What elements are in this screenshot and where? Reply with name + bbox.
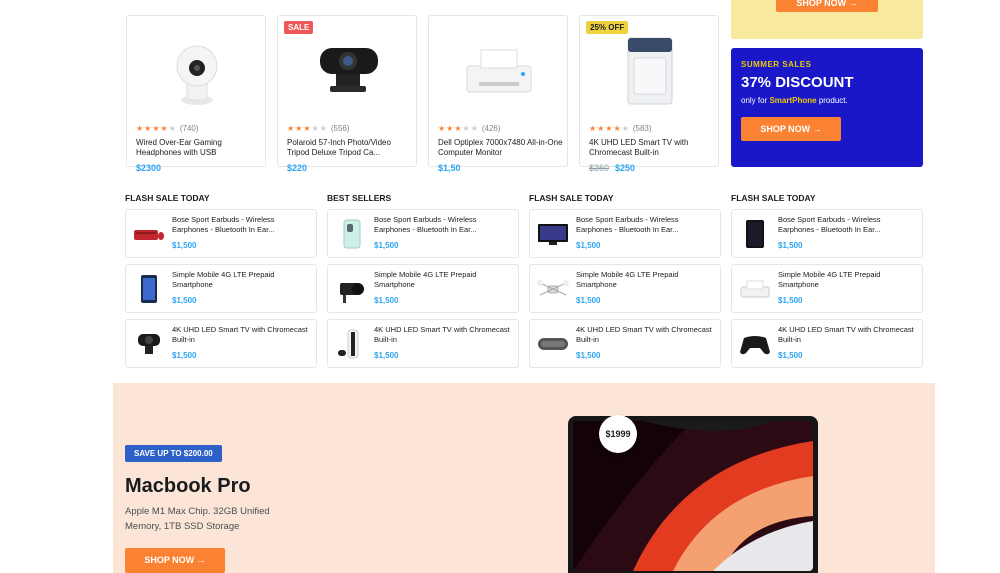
item-name: 4K UHD LED Smart TV with Chromecast Buil… [576, 325, 712, 344]
phone-case-icon [343, 219, 361, 249]
product-list-flash-sale: FLASH SALE TODAY Bose Sport Earbuds - Wi… [731, 193, 923, 374]
product-title[interactable]: Dell Optiplex 7000x7480 All-in-One Compu… [438, 138, 563, 158]
promo-headline: 37% DISCOUNT [741, 74, 854, 91]
item-price: $1,500 [374, 296, 399, 305]
product-title[interactable]: Polaroid 57-Inch Photo/Video Tripod Delu… [287, 138, 412, 158]
list-item[interactable]: Bose Sport Earbuds - Wireless Earphones … [731, 209, 923, 258]
drone-icon [537, 280, 569, 296]
item-price: $1,500 [576, 351, 601, 360]
webcam-icon [138, 334, 160, 354]
item-name: Bose Sport Earbuds - Wireless Earphones … [172, 215, 275, 234]
item-name: Bose Sport Earbuds - Wireless Earphones … [374, 215, 477, 234]
save-badge: SAVE UP TO $200.00 [125, 445, 222, 462]
item-name: Simple Mobile 4G LTE Prepaid Smartphone [576, 270, 679, 289]
product-card[interactable]: SALE ★★★★★ (556) Polaroid 57-Inch Photo/V… [277, 15, 417, 173]
list-item[interactable]: 4K UHD LED Smart TV with Chromecast Buil… [327, 319, 519, 368]
rating-stars: ★★★★★ [589, 124, 630, 133]
review-count: (426) [481, 124, 501, 133]
list-heading: FLASH SALE TODAY [125, 193, 210, 203]
gamepad-icon [740, 336, 770, 355]
smartphone-icon [141, 275, 157, 303]
product-list-flash-sale: FLASH SALE TODAY Bose Sport Earbuds - Wi… [125, 193, 317, 374]
washing-machine-icon [627, 37, 673, 105]
item-price: $1,500 [576, 296, 601, 305]
banner-title: Macbook Pro [125, 475, 251, 497]
rating-stars: ★★★★★ [287, 124, 328, 133]
item-price: $1,500 [778, 241, 803, 250]
rating-stars: ★★★★★ [136, 124, 177, 133]
keyboard-mouse-icon [134, 230, 164, 240]
list-heading: FLASH SALE TODAY [529, 193, 614, 203]
list-heading: FLASH SALE TODAY [731, 193, 816, 203]
item-name: Simple Mobile 4G LTE Prepaid Smartphone [374, 270, 477, 289]
product-card[interactable]: ★★★★★ (740) Wired Over-Ear Gaming Headpho… [126, 15, 266, 173]
tv-icon [538, 224, 568, 245]
printer-icon [740, 280, 770, 298]
list-item[interactable]: Simple Mobile 4G LTE Prepaid Smartphone … [125, 264, 317, 313]
speaker-icon [538, 338, 568, 350]
product-list-flash-sale: FLASH SALE TODAY Bose Sport Earbuds - Wi… [529, 193, 721, 374]
item-name: Bose Sport Earbuds - Wireless Earphones … [576, 215, 679, 234]
product-price: $360 $250 [589, 163, 636, 173]
shop-now-button[interactable]: SHOP NOW → [741, 117, 841, 141]
page: ★★★★★ (740) Wired Over-Ear Gaming Headpho… [0, 0, 1000, 573]
review-count: (583) [632, 124, 652, 133]
list-item[interactable]: Bose Sport Earbuds - Wireless Earphones … [125, 209, 317, 258]
product-price: $1,50 [438, 163, 461, 173]
product-list-best-sellers: BEST SELLERS Bose Sport Earbuds - Wirele… [327, 193, 519, 374]
item-name: Simple Mobile 4G LTE Prepaid Smartphone [172, 270, 275, 289]
shop-now-button[interactable]: SHOP NOW → [125, 548, 225, 573]
product-card[interactable]: 25% OFF ★★★★★ (583) 4K UHD LED Smart TV w… [579, 15, 719, 173]
promo-tag: SUMMER SALES [741, 60, 812, 69]
game-console-icon [338, 329, 359, 359]
item-name: 4K UHD LED Smart TV with Chromecast Buil… [172, 325, 308, 344]
review-count: (556) [330, 124, 350, 133]
item-price: $1,500 [374, 351, 399, 360]
webcam-icon [320, 48, 378, 92]
list-item[interactable]: Simple Mobile 4G LTE Prepaid Smartphone … [529, 264, 721, 313]
item-price: $1,500 [778, 351, 803, 360]
item-price: $1,500 [374, 241, 399, 250]
product-price: $2300 [136, 163, 162, 173]
summer-sale-promo: SUMMER SALES 37% DISCOUNT only for Smart… [731, 48, 923, 167]
item-price: $1,500 [576, 241, 601, 250]
item-price: $1,500 [172, 351, 197, 360]
product-card[interactable]: ★★★★★ (426) Dell Optiplex 7000x7480 All-i… [428, 15, 568, 173]
printer-icon [466, 49, 532, 93]
item-name: Bose Sport Earbuds - Wireless Earphones … [778, 215, 881, 234]
rating-stars: ★★★★★ [438, 124, 479, 133]
list-item[interactable]: Bose Sport Earbuds - Wireless Earphones … [327, 209, 519, 258]
price-bubble: $1999 [599, 415, 637, 453]
macbook-banner: SAVE UP TO $200.00 Macbook Pro Apple M1 … [113, 383, 935, 573]
banner-description: Apple M1 Max Chip. 32GB Unified Memory, … [125, 506, 270, 532]
product-title[interactable]: Wired Over-Ear Gaming Headphones with US… [136, 138, 261, 158]
promo-banner-top: SHOP NOW → [731, 0, 923, 39]
list-item[interactable]: 4K UHD LED Smart TV with Chromecast Buil… [731, 319, 923, 368]
review-count: (740) [179, 124, 199, 133]
list-item[interactable]: Bose Sport Earbuds - Wireless Earphones … [529, 209, 721, 258]
camera-icon [340, 283, 364, 303]
item-name: Simple Mobile 4G LTE Prepaid Smartphone [778, 270, 881, 289]
tablet-icon [746, 220, 764, 248]
item-name: 4K UHD LED Smart TV with Chromecast Buil… [374, 325, 510, 344]
item-price: $1,500 [172, 241, 197, 250]
security-camera-icon [176, 45, 218, 105]
promo-subtext: only for SmartPhone product. [741, 96, 848, 105]
product-price: $220 [287, 163, 308, 173]
list-item[interactable]: Simple Mobile 4G LTE Prepaid Smartphone … [327, 264, 519, 313]
product-title[interactable]: 4K UHD LED Smart TV with Chromecast Buil… [589, 138, 714, 158]
list-item[interactable]: 4K UHD LED Smart TV with Chromecast Buil… [125, 319, 317, 368]
list-item[interactable]: Simple Mobile 4G LTE Prepaid Smartphone … [731, 264, 923, 313]
shop-now-button[interactable]: SHOP NOW → [776, 0, 878, 12]
item-name: 4K UHD LED Smart TV with Chromecast Buil… [778, 325, 914, 344]
old-price: $360 [589, 163, 610, 173]
list-item[interactable]: 4K UHD LED Smart TV with Chromecast Buil… [529, 319, 721, 368]
item-price: $1,500 [778, 296, 803, 305]
item-price: $1,500 [172, 296, 197, 305]
list-heading: BEST SELLERS [327, 193, 392, 203]
